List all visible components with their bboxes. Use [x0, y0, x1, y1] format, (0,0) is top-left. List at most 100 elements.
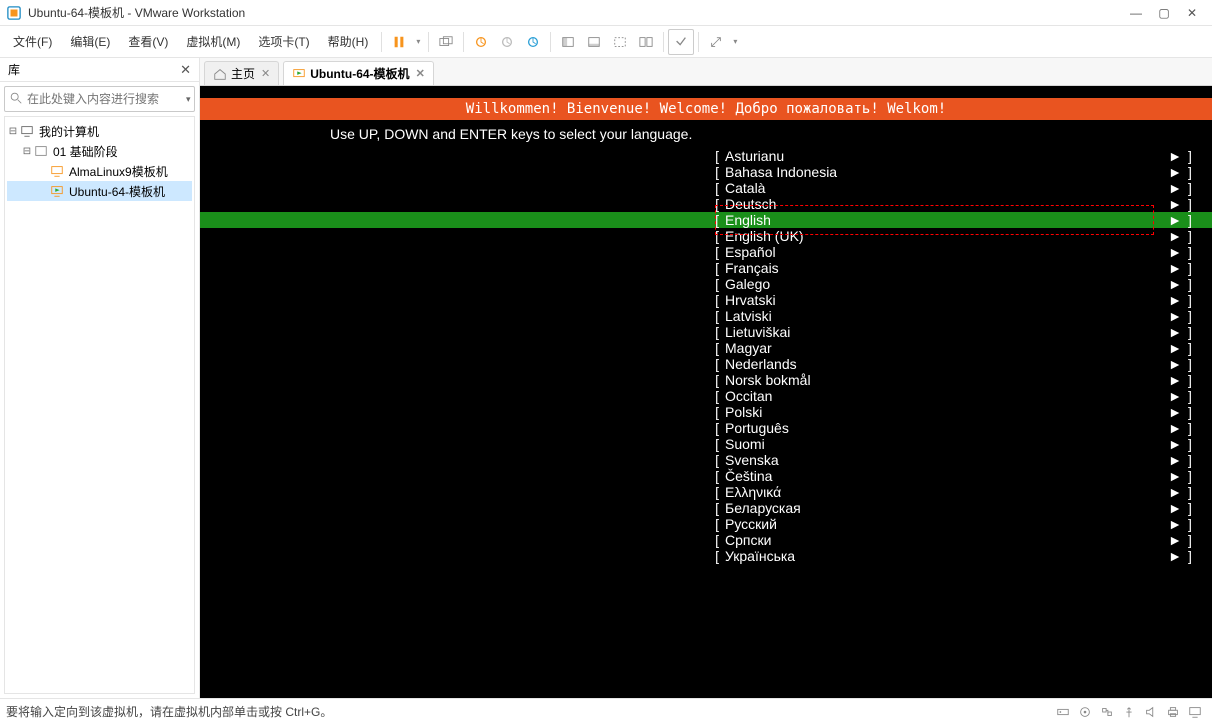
- tree-vm-ubuntu[interactable]: Ubuntu-64-模板机: [7, 181, 192, 201]
- snapshot-revert-button[interactable]: [494, 29, 520, 55]
- language-option[interactable]: [Lietuviškai►]: [200, 324, 1212, 340]
- stretch-dropdown[interactable]: ▾: [729, 29, 741, 55]
- language-option[interactable]: [Русский►]: [200, 516, 1212, 532]
- language-option[interactable]: [Occitan►]: [200, 388, 1212, 404]
- snapshot-take-button[interactable]: [468, 29, 494, 55]
- bracket-left: [: [200, 148, 725, 164]
- language-option[interactable]: [Polski►]: [200, 404, 1212, 420]
- view-quick-switch-button[interactable]: [633, 29, 659, 55]
- language-option[interactable]: [Magyar►]: [200, 340, 1212, 356]
- submenu-arrow-icon: ►: [1152, 468, 1182, 484]
- language-option[interactable]: [Português►]: [200, 420, 1212, 436]
- tree-root-my-computer[interactable]: ⊟ 我的计算机: [7, 121, 192, 141]
- vm-console[interactable]: Willkommen! Bienvenue! Welcome! Добро по…: [200, 86, 1212, 698]
- language-option[interactable]: [Suomi►]: [200, 436, 1212, 452]
- bracket-left: [: [200, 356, 725, 372]
- menu-view[interactable]: 查看(V): [119, 29, 177, 54]
- maximize-button[interactable]: ▢: [1150, 6, 1178, 20]
- tab-close-icon[interactable]: ✕: [416, 67, 425, 80]
- language-name: Occitan: [725, 388, 1152, 404]
- home-icon: [213, 67, 227, 81]
- language-option[interactable]: [Deutsch►]: [200, 196, 1212, 212]
- library-tree[interactable]: ⊟ 我的计算机 ⊟ 01 基础阶段 AlmaLinux9模板机 Ubuntu-6…: [4, 116, 195, 694]
- language-option[interactable]: [English (UK)►]: [200, 228, 1212, 244]
- device-printer-icon[interactable]: [1162, 703, 1184, 721]
- language-option[interactable]: [Español►]: [200, 244, 1212, 260]
- language-option[interactable]: [Українська►]: [200, 548, 1212, 564]
- language-option[interactable]: [Čeština►]: [200, 468, 1212, 484]
- device-hdd-icon[interactable]: [1052, 703, 1074, 721]
- bracket-right: ]: [1182, 180, 1212, 196]
- search-input[interactable]: [27, 92, 182, 106]
- bracket-left: [: [200, 372, 725, 388]
- toolbar-separator: [381, 32, 382, 52]
- bracket-right: ]: [1182, 356, 1212, 372]
- language-option[interactable]: [Svenska►]: [200, 452, 1212, 468]
- bracket-left: [: [200, 420, 725, 436]
- language-name: Latviski: [725, 308, 1152, 324]
- tab-home[interactable]: 主页 ✕: [204, 61, 279, 85]
- language-option[interactable]: [English►]: [200, 212, 1212, 228]
- menu-vm[interactable]: 虚拟机(M): [177, 29, 249, 54]
- close-button[interactable]: ✕: [1178, 6, 1206, 20]
- menu-file[interactable]: 文件(F): [4, 29, 61, 54]
- language-option[interactable]: [Français►]: [200, 260, 1212, 276]
- sidebar-header: 库 ✕: [0, 58, 199, 82]
- stretch-guest-button[interactable]: [703, 29, 729, 55]
- pause-vm-button[interactable]: [386, 29, 412, 55]
- device-display-icon[interactable]: [1184, 703, 1206, 721]
- search-icon: [9, 91, 23, 108]
- language-option[interactable]: [Српски►]: [200, 532, 1212, 548]
- device-network-icon[interactable]: [1096, 703, 1118, 721]
- tab-close-icon[interactable]: ✕: [261, 67, 270, 80]
- device-sound-icon[interactable]: [1140, 703, 1162, 721]
- tree-twisty-icon[interactable]: ⊟: [7, 126, 19, 137]
- enter-fullscreen-button[interactable]: [668, 29, 694, 55]
- tree-twisty-icon[interactable]: ⊟: [21, 146, 33, 157]
- library-search[interactable]: ▾: [4, 86, 195, 112]
- language-option[interactable]: [Latviski►]: [200, 308, 1212, 324]
- device-cd-icon[interactable]: [1074, 703, 1096, 721]
- search-dropdown[interactable]: ▾: [186, 94, 191, 105]
- menu-help[interactable]: 帮助(H): [319, 29, 378, 54]
- submenu-arrow-icon: ►: [1152, 276, 1182, 292]
- power-dropdown[interactable]: ▾: [412, 29, 424, 55]
- computer-icon: [19, 123, 35, 139]
- minimize-button[interactable]: —: [1122, 6, 1150, 20]
- window-title: Ubuntu-64-模板机 - VMware Workstation: [28, 4, 1122, 21]
- send-ctrl-alt-del-button[interactable]: [433, 29, 459, 55]
- language-name: Русский: [725, 516, 1152, 532]
- submenu-arrow-icon: ►: [1152, 484, 1182, 500]
- menu-edit[interactable]: 编辑(E): [61, 29, 119, 54]
- bracket-left: [: [200, 340, 725, 356]
- language-option[interactable]: [Hrvatski►]: [200, 292, 1212, 308]
- sidebar-title: 库: [8, 61, 20, 78]
- sidebar-close-button[interactable]: ✕: [180, 62, 191, 78]
- snapshot-manager-button[interactable]: [520, 29, 546, 55]
- menu-tabs[interactable]: 选项卡(T): [249, 29, 318, 54]
- submenu-arrow-icon: ►: [1152, 196, 1182, 212]
- bracket-left: [: [200, 244, 725, 260]
- vm-running-icon: [292, 67, 306, 81]
- language-list[interactable]: [Asturianu►][Bahasa Indonesia►][Català►]…: [200, 148, 1212, 564]
- view-console-button[interactable]: [581, 29, 607, 55]
- tab-vm-ubuntu[interactable]: Ubuntu-64-模板机 ✕: [283, 61, 434, 85]
- bracket-left: [: [200, 324, 725, 340]
- device-usb-icon[interactable]: [1118, 703, 1140, 721]
- tree-folder-basic[interactable]: ⊟ 01 基础阶段: [7, 141, 192, 161]
- view-single-button[interactable]: [555, 29, 581, 55]
- bracket-right: ]: [1182, 452, 1212, 468]
- view-unity-button[interactable]: [607, 29, 633, 55]
- tree-vm-almalinux[interactable]: AlmaLinux9模板机: [7, 161, 192, 181]
- bracket-right: ]: [1182, 484, 1212, 500]
- language-option[interactable]: [Català►]: [200, 180, 1212, 196]
- language-option[interactable]: [Беларуская►]: [200, 500, 1212, 516]
- language-option[interactable]: [Galego►]: [200, 276, 1212, 292]
- language-option[interactable]: [Ελληνικά►]: [200, 484, 1212, 500]
- language-option[interactable]: [Norsk bokmål►]: [200, 372, 1212, 388]
- language-option[interactable]: [Nederlands►]: [200, 356, 1212, 372]
- language-option[interactable]: [Asturianu►]: [200, 148, 1212, 164]
- submenu-arrow-icon: ►: [1152, 340, 1182, 356]
- submenu-arrow-icon: ►: [1152, 548, 1182, 564]
- language-option[interactable]: [Bahasa Indonesia►]: [200, 164, 1212, 180]
